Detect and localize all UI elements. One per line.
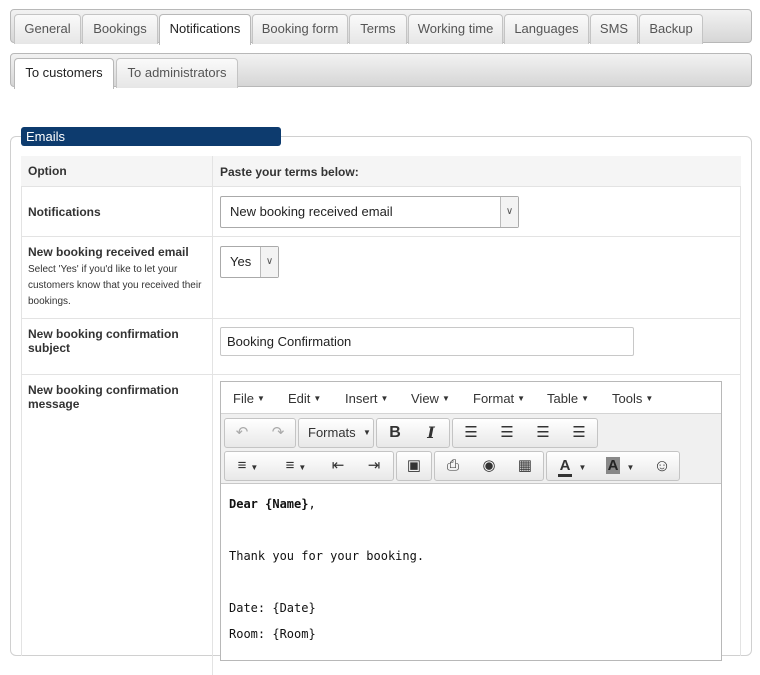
list-group: ≡ ▼ ≡ ▼ ⇤ ⇥ bbox=[224, 451, 394, 481]
print-icon[interactable]: ⎙ bbox=[436, 452, 470, 480]
tab-backup[interactable]: Backup bbox=[639, 14, 703, 44]
align-group: ☰ ☰ ☰ ☰ bbox=[452, 418, 598, 448]
tab-notifications[interactable]: Notifications bbox=[159, 14, 251, 45]
thank-you-line: Thank you for your booking. bbox=[229, 549, 425, 563]
image-icon[interactable]: ▣ bbox=[397, 452, 431, 480]
tab-working-time[interactable]: Working time bbox=[408, 14, 503, 44]
date-line: Date: {Date} bbox=[229, 601, 316, 615]
chevron-down-icon: ∨ bbox=[260, 247, 278, 277]
row-message: New booking confirmation message File ▼ E… bbox=[21, 375, 741, 675]
formats-dropdown[interactable]: Formats ▼ bbox=[298, 418, 374, 448]
notifications-label: Notifications bbox=[21, 187, 213, 236]
notifications-select-value: New booking received email bbox=[230, 204, 393, 219]
room-line: Room: {Room} bbox=[229, 627, 316, 641]
main-tabbar: General Bookings Notifications Booking f… bbox=[10, 9, 752, 45]
greeting-line: Dear {Name}, bbox=[229, 497, 316, 511]
received-hint: Select 'Yes' if you'd like to let your c… bbox=[28, 264, 202, 307]
bold-icon[interactable]: B bbox=[378, 419, 412, 447]
italic-icon[interactable]: I bbox=[414, 419, 448, 447]
table-header-row: Option Paste your terms below: bbox=[21, 156, 741, 187]
row-notifications: Notifications New booking received email… bbox=[21, 187, 741, 237]
text-color-icon[interactable]: A ▼ bbox=[549, 452, 595, 480]
message-label: New booking confirmation message bbox=[21, 375, 213, 675]
menu-insert[interactable]: Insert ▼ bbox=[345, 391, 388, 406]
subject-label: New booking confirmation subject bbox=[21, 319, 213, 374]
redo-icon[interactable]: ↷ bbox=[261, 419, 295, 447]
menu-edit[interactable]: Edit ▼ bbox=[288, 391, 321, 406]
formats-label: Formats bbox=[308, 425, 356, 440]
header-value: Paste your terms below: bbox=[220, 165, 359, 179]
rich-text-editor: File ▼ Edit ▼ Insert ▼ View ▼ Format ▼ Table ▼… bbox=[220, 381, 722, 661]
image-group: ▣ bbox=[396, 451, 432, 481]
editor-content[interactable]: Dear {Name}, Thank you for your booking.… bbox=[221, 485, 721, 660]
subtab-to-customers[interactable]: To customers bbox=[14, 58, 114, 89]
align-left-icon[interactable]: ☰ bbox=[454, 419, 488, 447]
undo-icon[interactable]: ↶ bbox=[225, 419, 259, 447]
menu-format[interactable]: Format ▼ bbox=[473, 391, 525, 406]
background-color-icon[interactable]: A ▼ bbox=[597, 452, 643, 480]
menu-view[interactable]: View ▼ bbox=[411, 391, 450, 406]
received-select-value: Yes bbox=[230, 254, 252, 269]
subject-input[interactable] bbox=[220, 327, 634, 356]
style-group: B I bbox=[376, 418, 450, 448]
chevron-down-icon: ∨ bbox=[500, 197, 518, 227]
received-select[interactable]: Yes ∨ bbox=[220, 246, 279, 278]
color-group: A ▼ A ▼ ☺ bbox=[546, 451, 680, 481]
menu-table[interactable]: Table ▼ bbox=[547, 391, 589, 406]
tab-general[interactable]: General bbox=[14, 14, 81, 44]
section-title: Emails bbox=[21, 127, 281, 146]
header-option: Option bbox=[21, 156, 213, 186]
align-center-icon[interactable]: ☰ bbox=[490, 419, 524, 447]
notifications-select[interactable]: New booking received email ∨ bbox=[220, 196, 519, 228]
tab-bookings[interactable]: Bookings bbox=[82, 14, 158, 44]
align-justify-icon[interactable]: ☰ bbox=[562, 419, 596, 447]
row-received-email: New booking received email Select 'Yes' … bbox=[21, 237, 741, 319]
emoticons-icon[interactable]: ☺ bbox=[645, 452, 679, 480]
tab-languages[interactable]: Languages bbox=[504, 14, 589, 44]
menu-tools[interactable]: Tools ▼ bbox=[612, 391, 653, 406]
media-group: ⎙ ◉ ▦ bbox=[434, 451, 544, 481]
menu-file[interactable]: File ▼ bbox=[233, 391, 265, 406]
subtab-to-administrators[interactable]: To administrators bbox=[116, 58, 238, 88]
received-label-cell: New booking received email Select 'Yes' … bbox=[21, 237, 213, 318]
outdent-icon[interactable]: ⇤ bbox=[321, 452, 355, 480]
editor-menubar: File ▼ Edit ▼ Insert ▼ View ▼ Format ▼ Table ▼… bbox=[221, 382, 721, 414]
tab-booking-form[interactable]: Booking form bbox=[252, 14, 348, 44]
caret-down-icon: ▼ bbox=[363, 428, 371, 437]
sub-tabbar: To customers To administrators bbox=[10, 53, 752, 89]
received-label: New booking received email bbox=[28, 245, 189, 259]
history-group: ↶ ↷ bbox=[224, 418, 296, 448]
indent-icon[interactable]: ⇥ bbox=[357, 452, 391, 480]
align-right-icon[interactable]: ☰ bbox=[526, 419, 560, 447]
tab-sms[interactable]: SMS bbox=[590, 14, 638, 44]
preview-icon[interactable]: ◉ bbox=[472, 452, 506, 480]
media-icon[interactable]: ▦ bbox=[508, 452, 542, 480]
row-subject: New booking confirmation subject bbox=[21, 319, 741, 375]
tab-terms[interactable]: Terms bbox=[349, 14, 407, 44]
editor-toolbar: ↶ ↷ Formats ▼ B I ☰ ☰ ☰ ☰ ≡ ▼ ≡ ▼ ⇤ ⇥ ▣ … bbox=[221, 414, 721, 484]
bullet-list-icon[interactable]: ≡ ▼ bbox=[225, 452, 271, 480]
numbered-list-icon[interactable]: ≡ ▼ bbox=[273, 452, 319, 480]
